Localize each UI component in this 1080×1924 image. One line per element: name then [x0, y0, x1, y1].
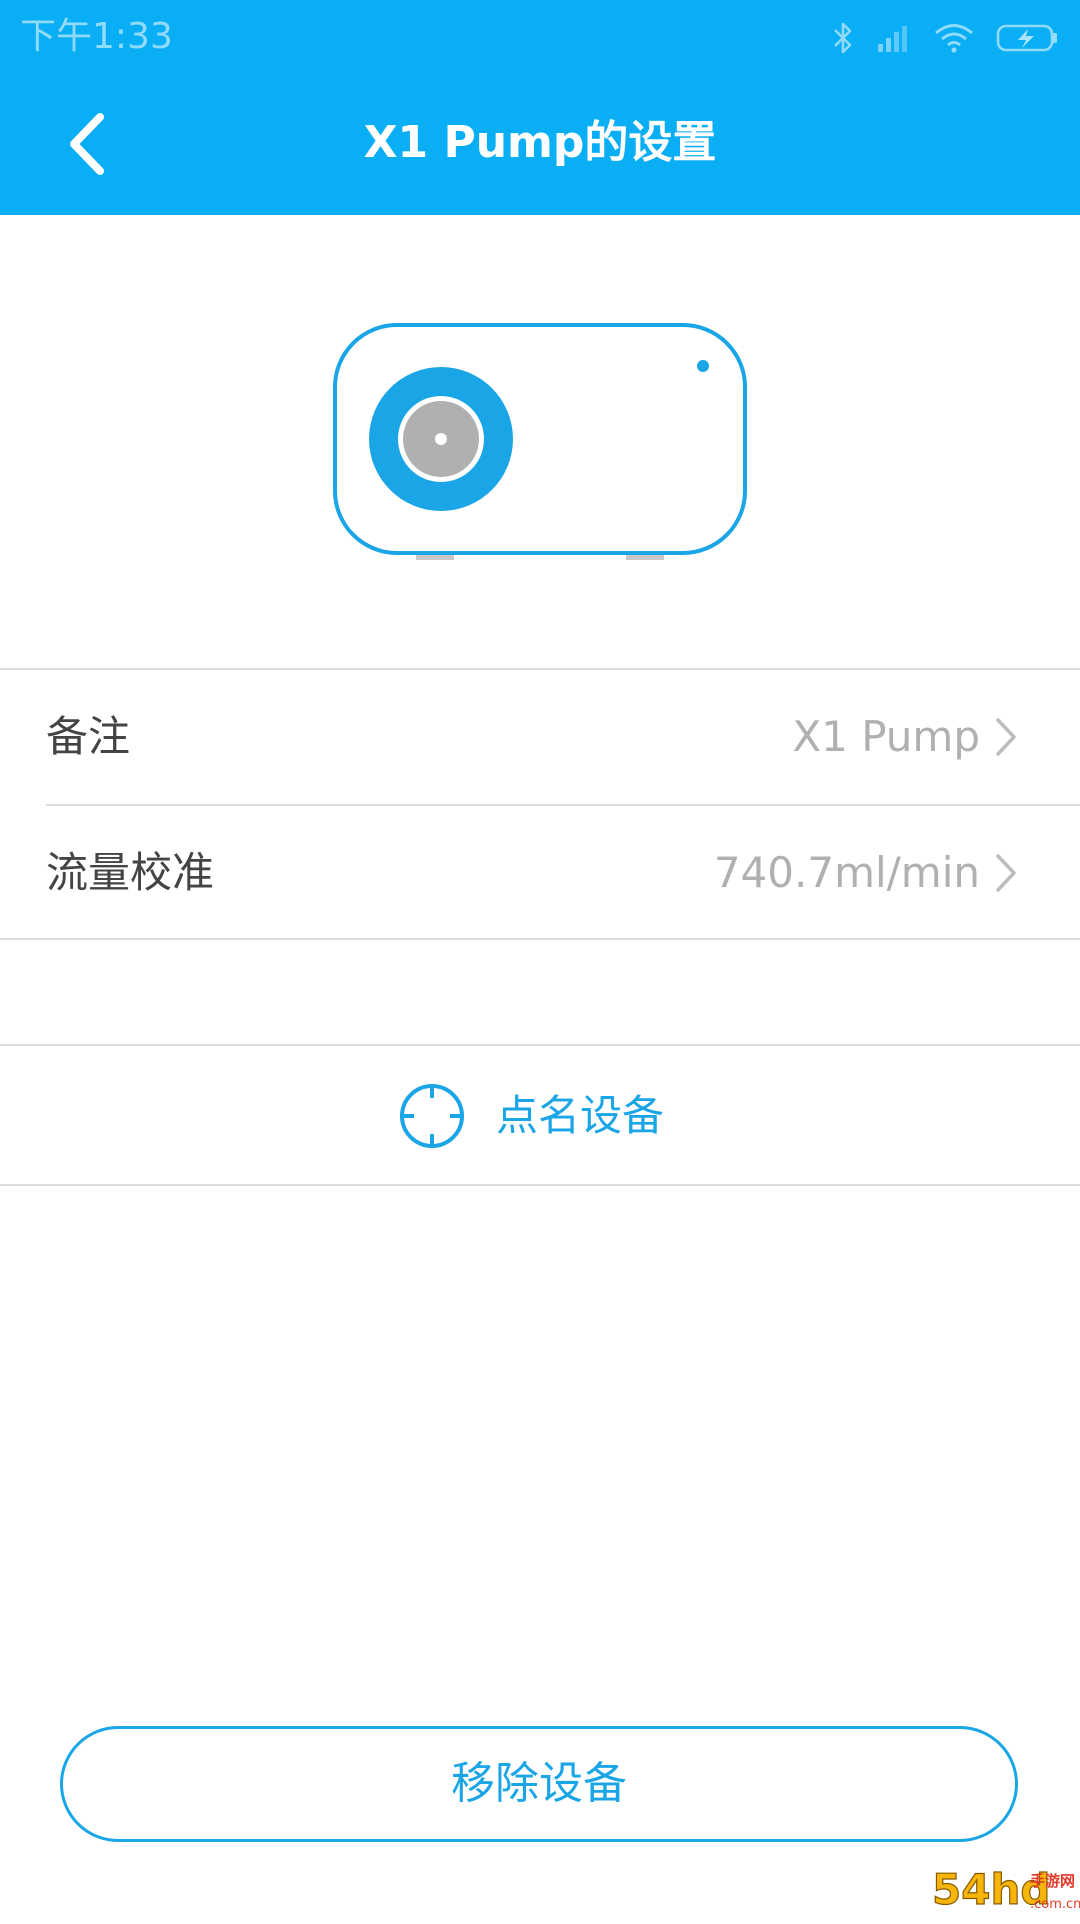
signal-icon: [876, 22, 912, 54]
status-bar: 下午1:33: [0, 0, 1080, 74]
battery-charging-icon: [996, 22, 1060, 54]
settings-row-flow-calibration[interactable]: 流量校准 740.7ml/min: [0, 806, 1080, 940]
identify-label: 点名设备: [496, 1091, 665, 1140]
status-time: 下午1:33: [20, 16, 173, 57]
settings-row-remark[interactable]: 备注 X1 Pump: [0, 670, 1080, 804]
app-bar: 下午1:33 X1 Pump的设置: [0, 0, 1080, 215]
remove-device-button[interactable]: 移除设备: [60, 1726, 1018, 1842]
chevron-right-icon: [996, 718, 1016, 756]
row-label: 流量校准: [46, 848, 215, 897]
wifi-icon: [934, 22, 974, 54]
row-value: X1 Pump: [792, 712, 980, 761]
svg-text:.com.cn: .com.cn: [1030, 1897, 1080, 1912]
identify-device-button[interactable]: 点名设备: [0, 1046, 1080, 1184]
chevron-left-icon: [70, 113, 104, 175]
svg-text:手游网: 手游网: [1030, 1872, 1075, 1890]
page-title: X1 Pump的设置: [363, 117, 717, 168]
pump-device-illustration: [330, 318, 750, 568]
identify-content: 点名设备: [398, 1082, 664, 1150]
crosshair-icon: [400, 1084, 464, 1148]
chevron-right-icon: [996, 854, 1016, 892]
row-label: 备注: [46, 712, 131, 761]
identify-bottom-divider: [0, 1184, 1080, 1186]
bluetooth-icon: [832, 20, 854, 56]
row-value: 740.7ml/min: [713, 848, 980, 897]
status-icons: [832, 18, 1060, 58]
list-bottom-divider: [0, 938, 1080, 940]
back-button[interactable]: [48, 100, 124, 188]
watermark-logo: 54hd 手游网 .com.cn: [930, 1858, 1080, 1920]
